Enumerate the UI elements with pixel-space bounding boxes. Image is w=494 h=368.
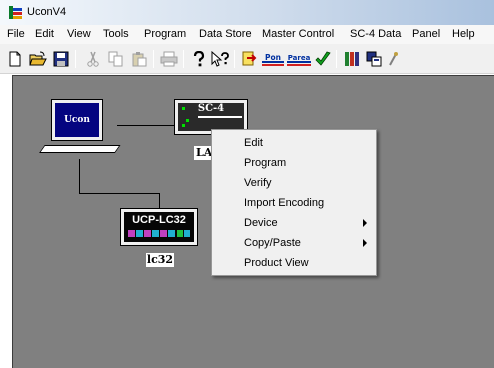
ctx-item-label: Verify [244,177,272,189]
toolbar: Pon Parea [0,44,494,74]
open-folder-icon[interactable] [29,50,47,68]
status-led [182,124,185,127]
indicator-cell [144,230,151,237]
toolbar-separator [336,50,337,68]
ctx-item-label: Copy/Paste [244,237,301,249]
copy-device-icon[interactable] [365,50,383,68]
lc32-name-label: lc32 [146,253,174,267]
pon-icon[interactable]: Pon [262,50,284,68]
toolbar-separator [75,50,76,68]
context-help-icon[interactable] [211,50,229,68]
indicator-cell [152,230,159,237]
new-file-icon[interactable] [6,50,24,68]
title-bar[interactable]: UconV4 [0,0,494,25]
ucon-laptop[interactable]: Ucon [39,99,121,159]
indicator-cell [160,230,167,237]
indicator-cell [177,230,183,237]
menu-bar: File Edit View Tools Program Data Store … [0,25,494,44]
menu-master-control[interactable]: Master Control [262,28,334,40]
parea-icon[interactable]: Parea [287,50,311,68]
context-menu: Edit Program Verify Import Encoding Devi… [211,129,377,276]
menu-data-store[interactable]: Data Store [199,28,252,40]
lc32-title: UCP-LC32 [132,214,186,226]
status-led [182,107,185,110]
laptop-keyboard [39,145,121,153]
sc4-title: SC-4 [197,103,225,114]
ctx-item-program[interactable]: Program [213,153,375,173]
status-led [186,119,189,122]
help-icon[interactable] [190,50,208,68]
upload-icon[interactable] [240,50,258,68]
connection-line [159,193,160,208]
indicator-cell [168,230,175,237]
ctx-item-product-view[interactable]: Product View [213,253,375,273]
connection-line [117,125,175,126]
copy-icon[interactable] [107,50,125,68]
submenu-arrow-icon [363,219,367,227]
checkmark-icon[interactable] [314,50,332,68]
indicator-cell [184,230,190,237]
paste-icon[interactable] [130,50,148,68]
more-tools-icon[interactable] [388,50,398,68]
sc4-display-line [198,116,242,118]
ctx-item-verify[interactable]: Verify [213,173,375,193]
ctx-item-label: Import Encoding [244,197,325,209]
ucon-window: UconV4 File Edit View Tools Program Data… [0,0,494,368]
ctx-item-device[interactable]: Device [213,213,375,233]
menu-sc4-data[interactable]: SC-4 Data [350,28,401,40]
ctx-item-label: Edit [244,137,263,149]
ctx-item-label: Product View [244,257,309,269]
pon-label: Pon [265,53,281,62]
window-title: UconV4 [27,6,67,18]
bar-panel-icon[interactable] [343,50,361,68]
cut-icon[interactable] [84,50,102,68]
sc4-panel: SC-4 [178,103,244,131]
toolbar-separator [234,50,235,68]
menu-program[interactable]: Program [144,28,186,40]
ctx-item-import-encoding[interactable]: Import Encoding [213,193,375,213]
app-icon [9,6,22,19]
lc32-panel: UCP-LC32 [124,212,194,242]
laptop-label: Ucon [64,115,90,125]
submenu-arrow-icon [363,239,367,247]
connection-line [79,159,80,193]
indicator-cell [128,230,135,237]
menu-panel[interactable]: Panel [412,28,440,40]
indicator-cell [136,230,143,237]
ctx-item-copy-paste[interactable]: Copy/Paste [213,233,375,253]
connection-line [79,193,160,194]
ctx-item-label: Program [244,157,287,169]
parea-label: Parea [288,54,311,62]
save-icon[interactable] [52,50,70,68]
ctx-item-label: Device [244,217,278,229]
ctx-item-edit[interactable]: Edit [213,133,375,153]
print-icon[interactable] [160,50,178,68]
menu-view[interactable]: View [67,28,91,40]
toolbar-separator [153,50,154,68]
toolbar-separator [183,50,184,68]
lc32-indicator-strip [128,230,190,237]
menu-tools[interactable]: Tools [103,28,129,40]
laptop-display: Ucon [55,103,99,137]
menu-help[interactable]: Help [452,28,475,40]
menu-file[interactable]: File [7,28,25,40]
laptop-screen: Ucon [51,99,103,141]
menu-edit[interactable]: Edit [35,28,54,40]
lc32-device[interactable]: UCP-LC32 [120,208,198,246]
